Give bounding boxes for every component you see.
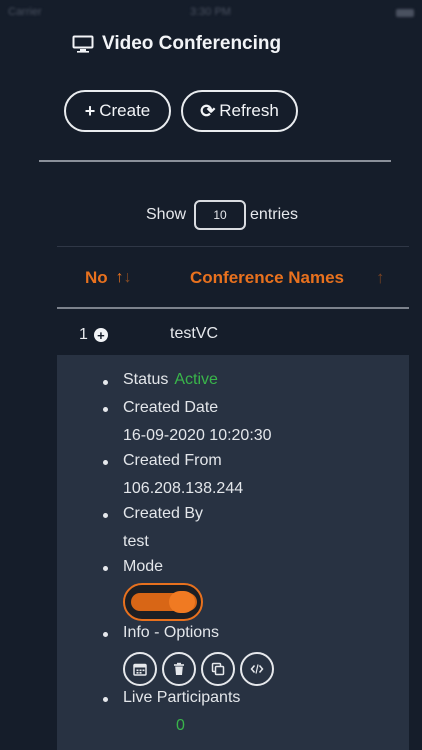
- copy-icon: [211, 662, 225, 676]
- created-date-label: Created Date: [123, 399, 219, 416]
- column-header-label: No: [85, 268, 108, 287]
- refresh-button-label: Refresh: [219, 101, 279, 120]
- sort-up-icon: ↑: [376, 268, 385, 287]
- bullet: [103, 632, 108, 637]
- monitor-icon: [72, 35, 94, 53]
- column-header-no[interactable]: No ↑↓: [85, 268, 132, 288]
- page-title: Video Conferencing: [102, 33, 282, 54]
- delete-button[interactable]: [162, 652, 196, 686]
- calendar-icon: [133, 663, 147, 676]
- status-row: Status Active: [123, 371, 218, 389]
- toggle-knob: [169, 591, 195, 613]
- live-participants-count: 0: [176, 717, 185, 734]
- created-by-value: test: [123, 533, 149, 550]
- mode-toggle[interactable]: [123, 583, 203, 621]
- conference-name[interactable]: testVC: [170, 325, 218, 343]
- bullet: [103, 513, 108, 518]
- bullet: [103, 407, 108, 412]
- entries-suffix: entries: [250, 206, 299, 223]
- table-header-divider: [57, 307, 409, 309]
- created-from-label: Created From: [123, 452, 222, 469]
- status-badge: Active: [174, 371, 218, 388]
- bullet: [103, 380, 108, 385]
- calendar-button[interactable]: [123, 652, 157, 686]
- column-header-label: Conference Names: [190, 268, 345, 287]
- code-icon: [250, 664, 264, 674]
- create-button-label: Create: [99, 101, 151, 120]
- page-header: Video Conferencing: [72, 32, 281, 56]
- refresh-icon: ⟳: [200, 100, 216, 121]
- live-participants-label: Live Participants: [123, 689, 241, 706]
- divider: [57, 246, 409, 247]
- mode-label: Mode: [123, 558, 164, 575]
- table-row-number: 1 +: [79, 324, 108, 346]
- copy-button[interactable]: [201, 652, 235, 686]
- create-button[interactable]: + Create: [64, 90, 171, 132]
- battery-icon: [396, 9, 414, 17]
- plus-icon: +: [84, 100, 96, 121]
- clock: 3:30 PM: [190, 6, 231, 18]
- entries-count-select[interactable]: 10: [194, 200, 247, 230]
- bullet: [103, 460, 108, 465]
- created-by-label: Created By: [123, 505, 204, 522]
- created-date-value: 16-09-2020 10:20:30: [123, 427, 272, 444]
- refresh-button[interactable]: ⟳ Refresh: [181, 90, 298, 132]
- status-label: Status: [123, 371, 169, 388]
- status-bar: Carrier 3:30 PM: [0, 0, 422, 28]
- row-number: 1: [79, 326, 88, 343]
- sort-both-icon: ↑↓: [115, 269, 132, 286]
- entries-selector: Show 10 entries: [146, 198, 298, 232]
- info-options-label: Info - Options: [123, 624, 220, 641]
- expand-row-icon[interactable]: +: [93, 328, 108, 342]
- carrier-label: Carrier: [8, 6, 42, 18]
- column-header-conference-names[interactable]: Conference Names: [190, 268, 344, 288]
- bullet: [103, 566, 108, 571]
- embed-code-button[interactable]: [240, 652, 274, 686]
- created-from-value: 106.208.138.244: [123, 480, 244, 497]
- show-label: Show: [146, 206, 187, 223]
- row-details-panel: Status Active Created Date 16-09-2020 10:…: [57, 355, 409, 750]
- trash-icon: [174, 662, 184, 675]
- bullet: [103, 697, 108, 702]
- divider: [39, 160, 391, 162]
